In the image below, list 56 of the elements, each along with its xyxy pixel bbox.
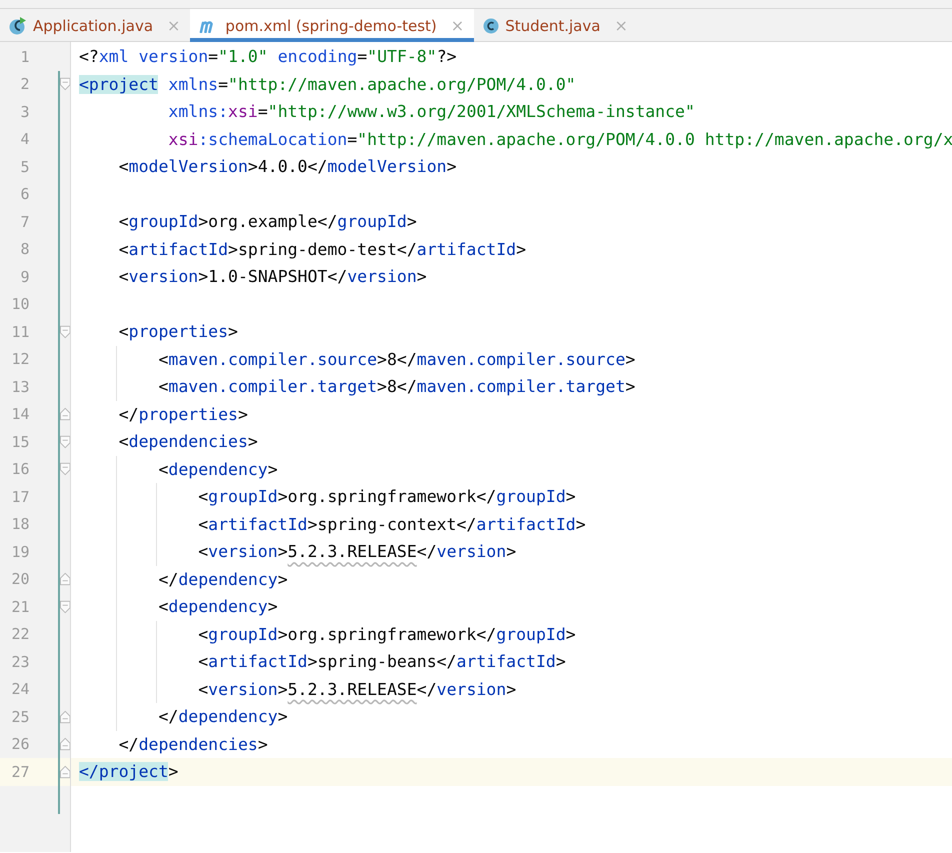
line-number: 4 (20, 130, 31, 148)
code-line: <version>1.0-SNAPSHOT</version> (118, 267, 427, 286)
line-number: 12 (10, 350, 31, 368)
file-tab[interactable]: pom.xml (spring-demo-test) × (190, 9, 474, 42)
line-number: 2 (20, 75, 31, 94)
code-line: <dependencies> (118, 432, 258, 452)
code-line: <groupId>org.springframework</groupId> (197, 624, 576, 644)
line-number: 24 (10, 680, 31, 698)
line-number: 23 (10, 652, 31, 671)
line-number: 3 (20, 102, 31, 121)
code-line: <maven.compiler.source>8</maven.compiler.source> (157, 350, 636, 369)
line-number: 27 (10, 762, 31, 781)
class-run-icon (9, 16, 27, 34)
code-line: <dependency> (157, 460, 278, 479)
code-line: <artifactId>spring-demo-test</artifactId> (118, 240, 526, 259)
code-line: </project> (78, 762, 178, 782)
code-line: <artifactId>spring-context</artifactId> (197, 514, 586, 534)
line-number: 19 (10, 542, 31, 561)
line-number: 20 (10, 570, 31, 588)
line-number: 5 (20, 158, 31, 176)
line-number: 14 (10, 405, 31, 424)
file-tab[interactable]: Student.java × (474, 9, 638, 42)
code-line: <project xmlns="http://maven.apache.org/POM/4.0.0" (78, 74, 576, 94)
line-number: 21 (10, 598, 31, 616)
code-line: </dependency> (157, 570, 288, 589)
line-number: 7 (20, 212, 31, 231)
line-number: 25 (10, 708, 31, 726)
code-line: </dependencies> (118, 734, 268, 754)
line-number: 22 (10, 625, 31, 644)
line-number: 13 (10, 378, 31, 396)
line-number: 18 (10, 515, 31, 534)
code-line: </dependency> (157, 707, 288, 726)
line-number: 17 (10, 488, 31, 506)
code-line: <version>5.2.3.RELEASE</version> (197, 680, 516, 699)
code-line: <modelVersion>4.0.0</modelVersion> (118, 157, 457, 176)
code-line: <dependency> (157, 597, 278, 616)
code-line: <artifactId>spring-beans</artifactId> (197, 652, 566, 672)
line-number: 26 (10, 735, 31, 754)
line-number: 15 (10, 432, 31, 451)
line-number: 16 (10, 460, 31, 478)
line-number: 9 (20, 268, 31, 286)
code-line: <version>5.2.3.RELEASE</version> (197, 542, 516, 562)
file-tab[interactable]: Application.java × (0, 9, 190, 42)
code-line: </properties> (118, 404, 248, 424)
code-line: <?xml version="1.0" encoding="UTF-8"?> (78, 47, 457, 66)
code-line: <properties> (118, 322, 238, 342)
line-number: 1 (20, 48, 31, 66)
line-number: 8 (20, 240, 31, 258)
line-number: 10 (10, 295, 31, 314)
code-line: <groupId>org.springframework</groupId> (197, 487, 576, 506)
class-icon (483, 18, 500, 34)
line-number: 11 (10, 322, 31, 341)
code-line: <groupId>org.example</groupId> (118, 212, 417, 232)
code-line: <maven.compiler.target>8</maven.compiler.target> (157, 377, 636, 396)
code-line: xmlns:xsi="http://www.w3.org/2001/XMLSchema-instance" (167, 102, 695, 122)
line-number: 6 (20, 185, 31, 204)
